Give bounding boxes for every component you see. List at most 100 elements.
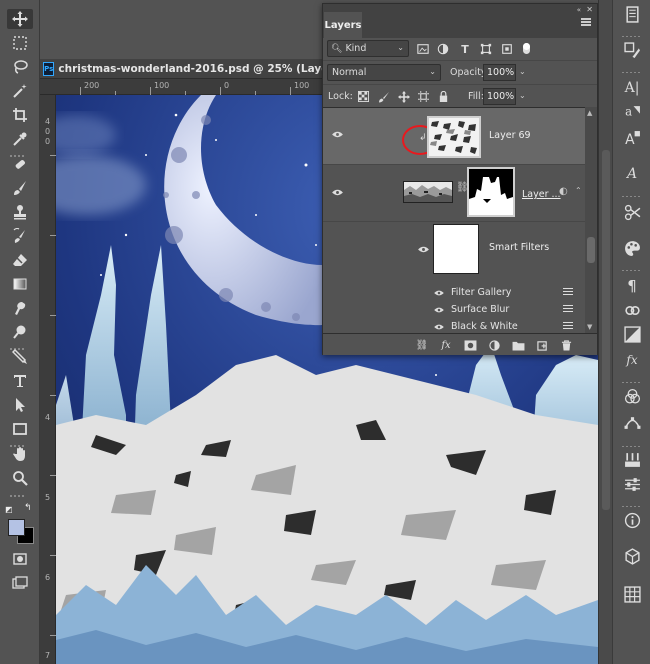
collapse-effects-icon[interactable]: ⌃ xyxy=(575,186,582,195)
visibility-eye-icon[interactable] xyxy=(417,244,431,254)
hand-icon[interactable] xyxy=(7,444,33,464)
swatches-palette-icon[interactable] xyxy=(622,238,642,258)
3d-panel-icon[interactable] xyxy=(622,546,642,566)
filter-name[interactable]: Black & White xyxy=(451,321,518,332)
history-panel-icon[interactable] xyxy=(622,4,642,24)
history-brush-icon[interactable] xyxy=(7,226,33,246)
smudge-icon[interactable] xyxy=(7,298,33,318)
new-adjustment-layer-icon[interactable] xyxy=(487,339,501,351)
screen-mode-icon[interactable] xyxy=(7,573,33,593)
healing-brush-icon[interactable] xyxy=(7,154,33,174)
paragraph-styles-icon[interactable]: A xyxy=(622,128,642,148)
gradient-icon[interactable] xyxy=(7,274,33,294)
scrollbar-thumb[interactable] xyxy=(602,150,610,510)
visibility-eye-icon[interactable] xyxy=(433,321,447,331)
timeline-grid-icon[interactable] xyxy=(622,584,642,604)
blend-mode-select[interactable]: Normal ⌄ xyxy=(327,64,441,81)
tab-layers[interactable]: Layers xyxy=(324,12,362,38)
scrollbar-thumb[interactable] xyxy=(587,237,595,263)
filter-adjustment-icon[interactable] xyxy=(435,41,451,57)
visibility-eye-icon[interactable] xyxy=(331,187,345,197)
layer-style-fx-icon[interactable]: fx xyxy=(439,339,453,351)
filter-smart-object-icon[interactable] xyxy=(499,41,515,57)
dodge-icon[interactable] xyxy=(7,322,33,342)
panel-menu-icon[interactable] xyxy=(581,18,591,26)
magic-wand-icon[interactable] xyxy=(7,81,33,101)
filter-row[interactable]: Surface Blur xyxy=(323,301,585,318)
filter-pixel-icon[interactable] xyxy=(415,41,431,57)
add-mask-icon[interactable] xyxy=(463,339,477,351)
close-icon[interactable]: ✕ xyxy=(586,5,593,14)
lasso-icon[interactable] xyxy=(7,57,33,77)
lock-all-icon[interactable] xyxy=(437,90,450,103)
creative-cloud-libraries-icon[interactable] xyxy=(622,300,642,320)
filter-blending-options-icon[interactable] xyxy=(563,322,573,331)
chevron-down-icon[interactable]: ⌄ xyxy=(519,91,526,100)
smart-filters-row[interactable]: Smart Filters xyxy=(323,222,585,276)
scroll-down-icon[interactable]: ▼ xyxy=(587,323,592,331)
glyphs-panel-icon[interactable]: A xyxy=(622,164,642,184)
filter-name[interactable]: Surface Blur xyxy=(451,304,509,315)
visibility-eye-icon[interactable] xyxy=(433,287,447,297)
smart-object-thumbnail[interactable] xyxy=(403,181,453,203)
paths-panel-icon[interactable] xyxy=(622,412,642,432)
visibility-eye-icon[interactable] xyxy=(331,129,345,139)
layer-thumbnail[interactable] xyxy=(427,116,481,158)
new-group-folder-icon[interactable] xyxy=(511,339,525,351)
character-panel-icon[interactable]: A| xyxy=(622,78,642,98)
clone-stamp-icon[interactable] xyxy=(7,202,33,222)
tools-scissors-icon[interactable] xyxy=(622,202,642,222)
new-layer-icon[interactable] xyxy=(535,339,549,351)
filter-blending-options-icon[interactable] xyxy=(563,305,573,314)
properties-sliders-icon[interactable] xyxy=(622,474,642,494)
layer-list-scrollbar[interactable]: ▲ ▼ xyxy=(585,107,597,333)
type-icon[interactable] xyxy=(7,371,33,391)
filter-row[interactable]: Black & White xyxy=(323,318,585,333)
collapse-panel-icon[interactable]: « xyxy=(577,6,581,14)
brush-presets-icon[interactable] xyxy=(622,450,642,470)
lock-transparent-pixels-icon[interactable] xyxy=(357,90,370,103)
visibility-eye-icon[interactable] xyxy=(433,304,447,314)
layer-mask-thumbnail[interactable] xyxy=(467,167,515,217)
brush-icon[interactable] xyxy=(7,178,33,198)
pen-icon[interactable] xyxy=(7,347,33,367)
channels-panel-icon[interactable] xyxy=(622,386,642,406)
filter-shape-icon[interactable] xyxy=(478,41,494,57)
layer-row-selected[interactable]: ↲ Layer 69 xyxy=(323,108,585,165)
smart-filter-mask-thumbnail[interactable] xyxy=(433,224,479,274)
filter-toggle[interactable] xyxy=(523,43,530,54)
quick-mask-icon[interactable] xyxy=(7,549,33,569)
lock-position-icon[interactable] xyxy=(397,90,410,103)
dock-scroll-strip[interactable] xyxy=(598,0,612,664)
fill-input[interactable]: 100% xyxy=(483,88,516,105)
default-colors-icon[interactable]: ◩ xyxy=(5,505,15,515)
tool-presets-icon[interactable] xyxy=(622,40,642,60)
filter-kind-select[interactable]: 🔍︎ Kind ⌄ xyxy=(327,40,409,57)
styles-fx-icon[interactable]: fx xyxy=(622,350,642,370)
filter-blending-options-icon[interactable] xyxy=(563,288,573,297)
move-icon[interactable] xyxy=(7,9,33,29)
info-panel-icon[interactable] xyxy=(622,510,642,530)
eyedropper-icon[interactable] xyxy=(7,129,33,149)
opacity-input[interactable]: 100% xyxy=(483,64,516,81)
filter-type-icon[interactable]: T xyxy=(457,41,473,57)
zoom-icon[interactable] xyxy=(7,468,33,488)
paragraph-panel-icon[interactable]: ¶ xyxy=(622,276,642,296)
eraser-icon[interactable] xyxy=(7,250,33,270)
character-styles-icon[interactable]: a xyxy=(622,102,642,122)
vertical-ruler[interactable]: 4 0 0 4 5 6 7 xyxy=(40,95,56,664)
link-layers-icon[interactable]: ⛓ xyxy=(415,339,429,351)
rectangle-icon[interactable] xyxy=(7,419,33,439)
layer-row[interactable]: ⛓ Layer ... ◐ ⌃ xyxy=(323,165,585,222)
adjustments-panel-icon[interactable] xyxy=(622,324,642,344)
path-selection-icon[interactable] xyxy=(7,395,33,415)
filter-row[interactable]: Filter Gallery xyxy=(323,284,585,301)
chevron-down-icon[interactable]: ⌄ xyxy=(519,67,526,76)
swap-colors-icon[interactable]: ↰ xyxy=(24,503,34,513)
document-tab[interactable]: Ps christmas-wonderland-2016.psd @ 25% (… xyxy=(40,59,322,79)
foreground-color-swatch[interactable] xyxy=(8,519,25,536)
filter-name[interactable]: Filter Gallery xyxy=(451,287,511,298)
layer-name[interactable]: Layer ... xyxy=(522,189,561,200)
crop-icon[interactable] xyxy=(7,105,33,125)
scroll-up-icon[interactable]: ▲ xyxy=(587,109,592,117)
